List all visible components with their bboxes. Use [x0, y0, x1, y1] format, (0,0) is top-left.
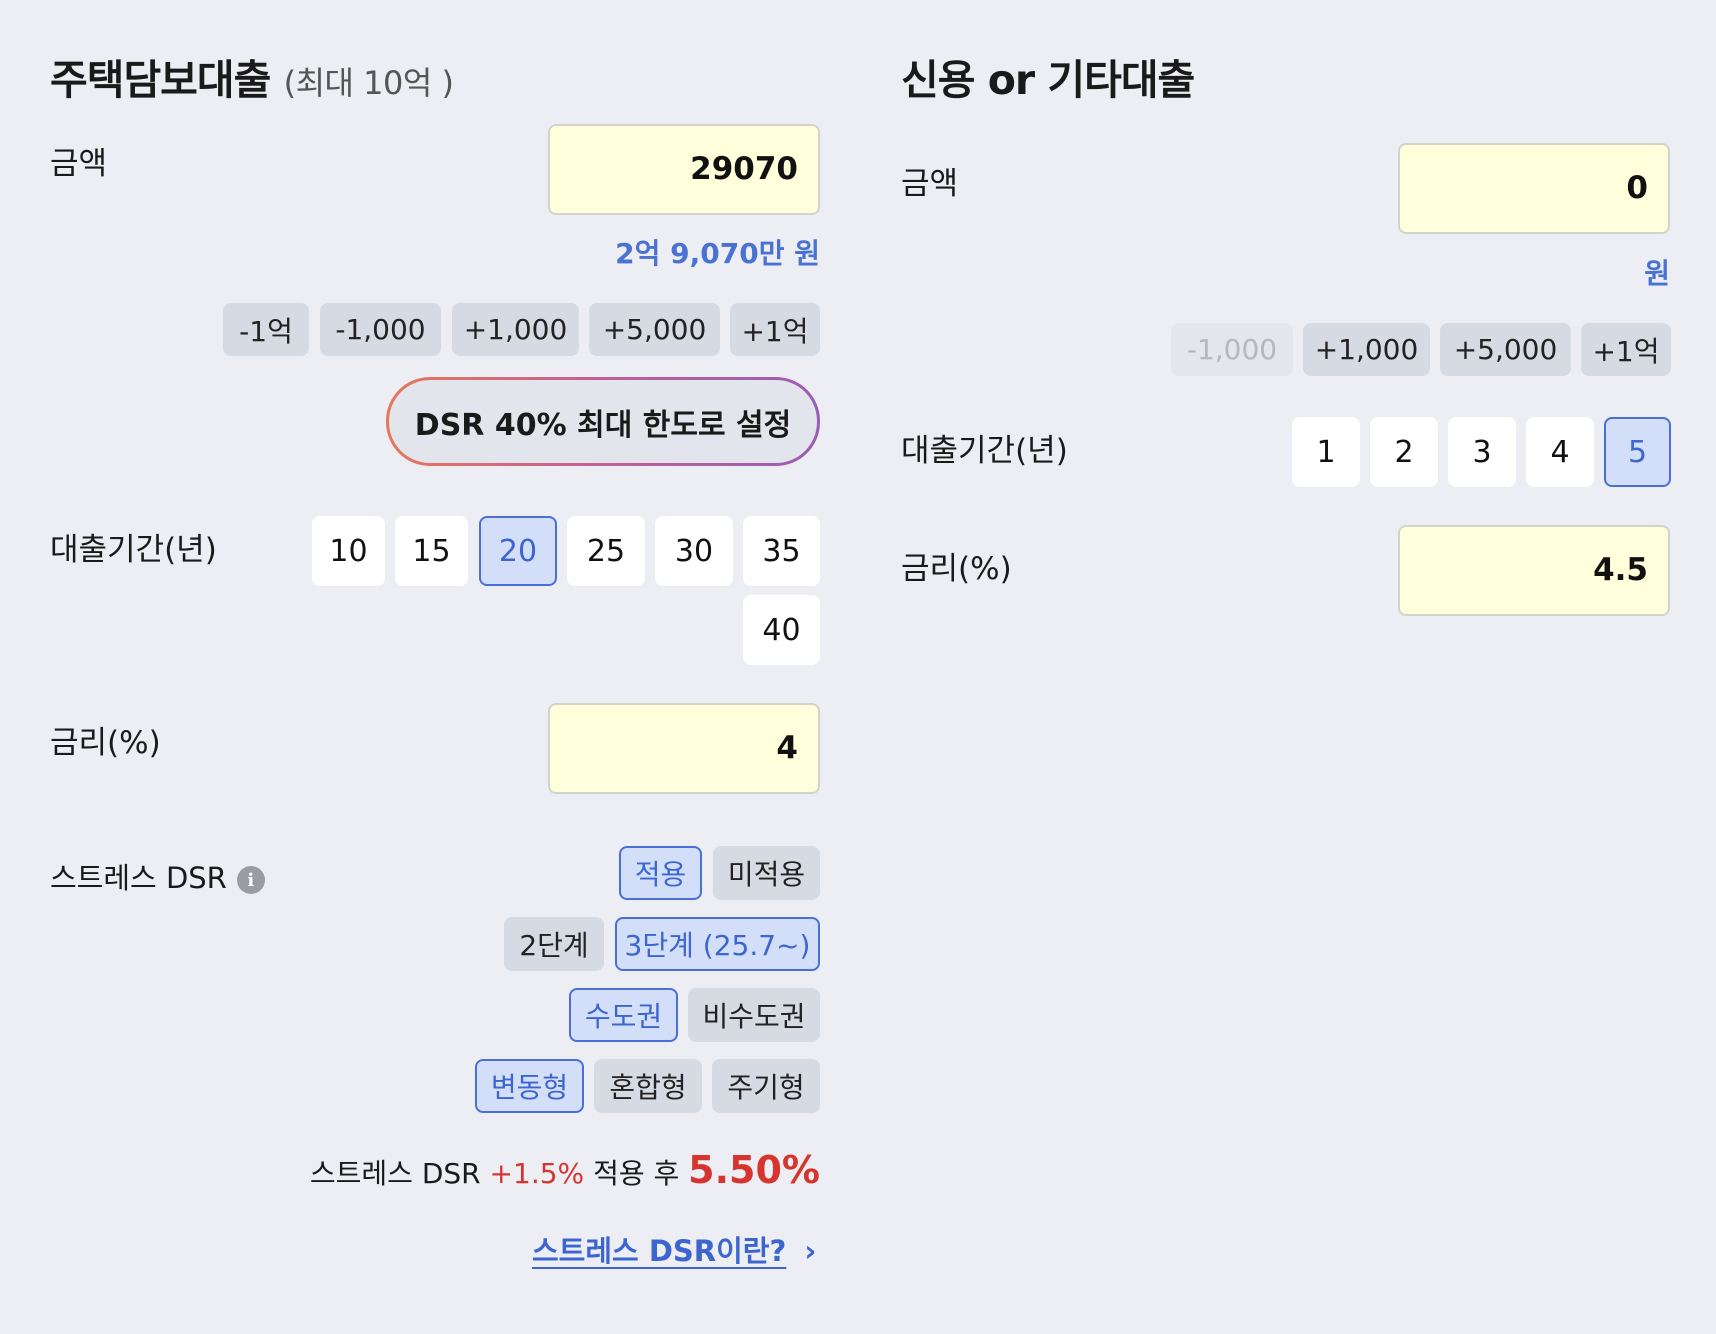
- mortgage-subtitle: (최대 10억 ): [283, 64, 454, 102]
- credit-rate-input[interactable]: 4.5: [1398, 525, 1670, 616]
- mortgage-title: 주택담보대출 (최대 10억 ): [50, 56, 454, 104]
- mortgage-amount-hint: 2억 9,070만 원: [615, 237, 820, 270]
- stress-stage-2-option[interactable]: 2단계: [504, 917, 604, 971]
- mortgage-term-35[interactable]: 35: [743, 516, 820, 586]
- chevron-right-icon: ›: [804, 1234, 817, 1268]
- stress-variable-type-option[interactable]: 변동형: [475, 1059, 584, 1113]
- mortgage-plus-1000-button[interactable]: +1,000: [452, 303, 579, 356]
- stress-dsr-addition: +1.5%: [489, 1157, 585, 1190]
- mortgage-minus-100m-button[interactable]: -1억: [223, 303, 309, 356]
- stress-not-apply-option[interactable]: 미적용: [713, 846, 820, 900]
- credit-term-3[interactable]: 3: [1448, 417, 1516, 487]
- stress-non-capital-area-option[interactable]: 비수도권: [688, 988, 820, 1042]
- mortgage-plus-100m-button[interactable]: +1억: [730, 303, 820, 356]
- credit-plus-5000-button[interactable]: +5,000: [1440, 323, 1571, 376]
- credit-plus-100m-button[interactable]: +1억: [1581, 323, 1671, 376]
- mortgage-rate-label: 금리(%): [50, 725, 161, 761]
- stress-periodic-type-option[interactable]: 주기형: [712, 1059, 820, 1113]
- credit-term-5[interactable]: 5: [1604, 417, 1671, 487]
- credit-term-4[interactable]: 4: [1526, 417, 1594, 487]
- info-icon[interactable]: i: [236, 866, 265, 894]
- credit-amount-hint: 원: [1644, 257, 1670, 290]
- mortgage-term-20[interactable]: 20: [479, 516, 557, 586]
- mortgage-amount-label: 금액: [50, 146, 108, 182]
- mortgage-term-40[interactable]: 40: [743, 595, 820, 665]
- dsr-max-limit-label: DSR 40% 최대 한도로 설정: [389, 380, 817, 463]
- credit-term-label: 대출기간(년): [901, 433, 1068, 469]
- credit-term-2[interactable]: 2: [1370, 417, 1438, 487]
- dsr-max-limit-button[interactable]: DSR 40% 최대 한도로 설정: [386, 377, 820, 466]
- stress-capital-area-option[interactable]: 수도권: [569, 988, 678, 1042]
- mortgage-term-10[interactable]: 10: [312, 516, 385, 586]
- stress-dsr-result-value: 5.50%: [688, 1148, 820, 1192]
- mortgage-rate-input[interactable]: 4: [548, 703, 820, 794]
- mortgage-minus-1000-button[interactable]: -1,000: [320, 303, 441, 356]
- credit-rate-label: 금리(%): [901, 551, 1012, 587]
- credit-title: 신용 or 기타대출: [901, 56, 1195, 104]
- mortgage-amount-input[interactable]: 29070: [548, 124, 820, 215]
- stress-dsr-result: 스트레스 DSR +1.5% 적용 후 5.50%: [309, 1148, 820, 1192]
- credit-plus-1000-button[interactable]: +1,000: [1303, 323, 1430, 376]
- mortgage-term-30[interactable]: 30: [655, 516, 733, 586]
- mortgage-term-25[interactable]: 25: [567, 516, 645, 586]
- credit-minus-1000-button[interactable]: -1,000: [1171, 323, 1293, 376]
- stress-dsr-info-link[interactable]: 스트레스 DSR이란? ›: [532, 1228, 816, 1270]
- mortgage-term-15[interactable]: 15: [395, 516, 468, 586]
- mortgage-plus-5000-button[interactable]: +5,000: [589, 303, 720, 356]
- stress-mixed-type-option[interactable]: 혼합형: [594, 1059, 702, 1113]
- credit-amount-input[interactable]: 0: [1398, 143, 1670, 234]
- credit-amount-label: 금액: [901, 166, 959, 202]
- stress-stage-3-option[interactable]: 3단계 (25.7~): [615, 917, 820, 971]
- mortgage-term-label: 대출기간(년): [50, 532, 217, 568]
- stress-dsr-label: 스트레스 DSR i: [50, 855, 265, 897]
- credit-term-1[interactable]: 1: [1292, 417, 1360, 487]
- stress-apply-option[interactable]: 적용: [619, 846, 702, 900]
